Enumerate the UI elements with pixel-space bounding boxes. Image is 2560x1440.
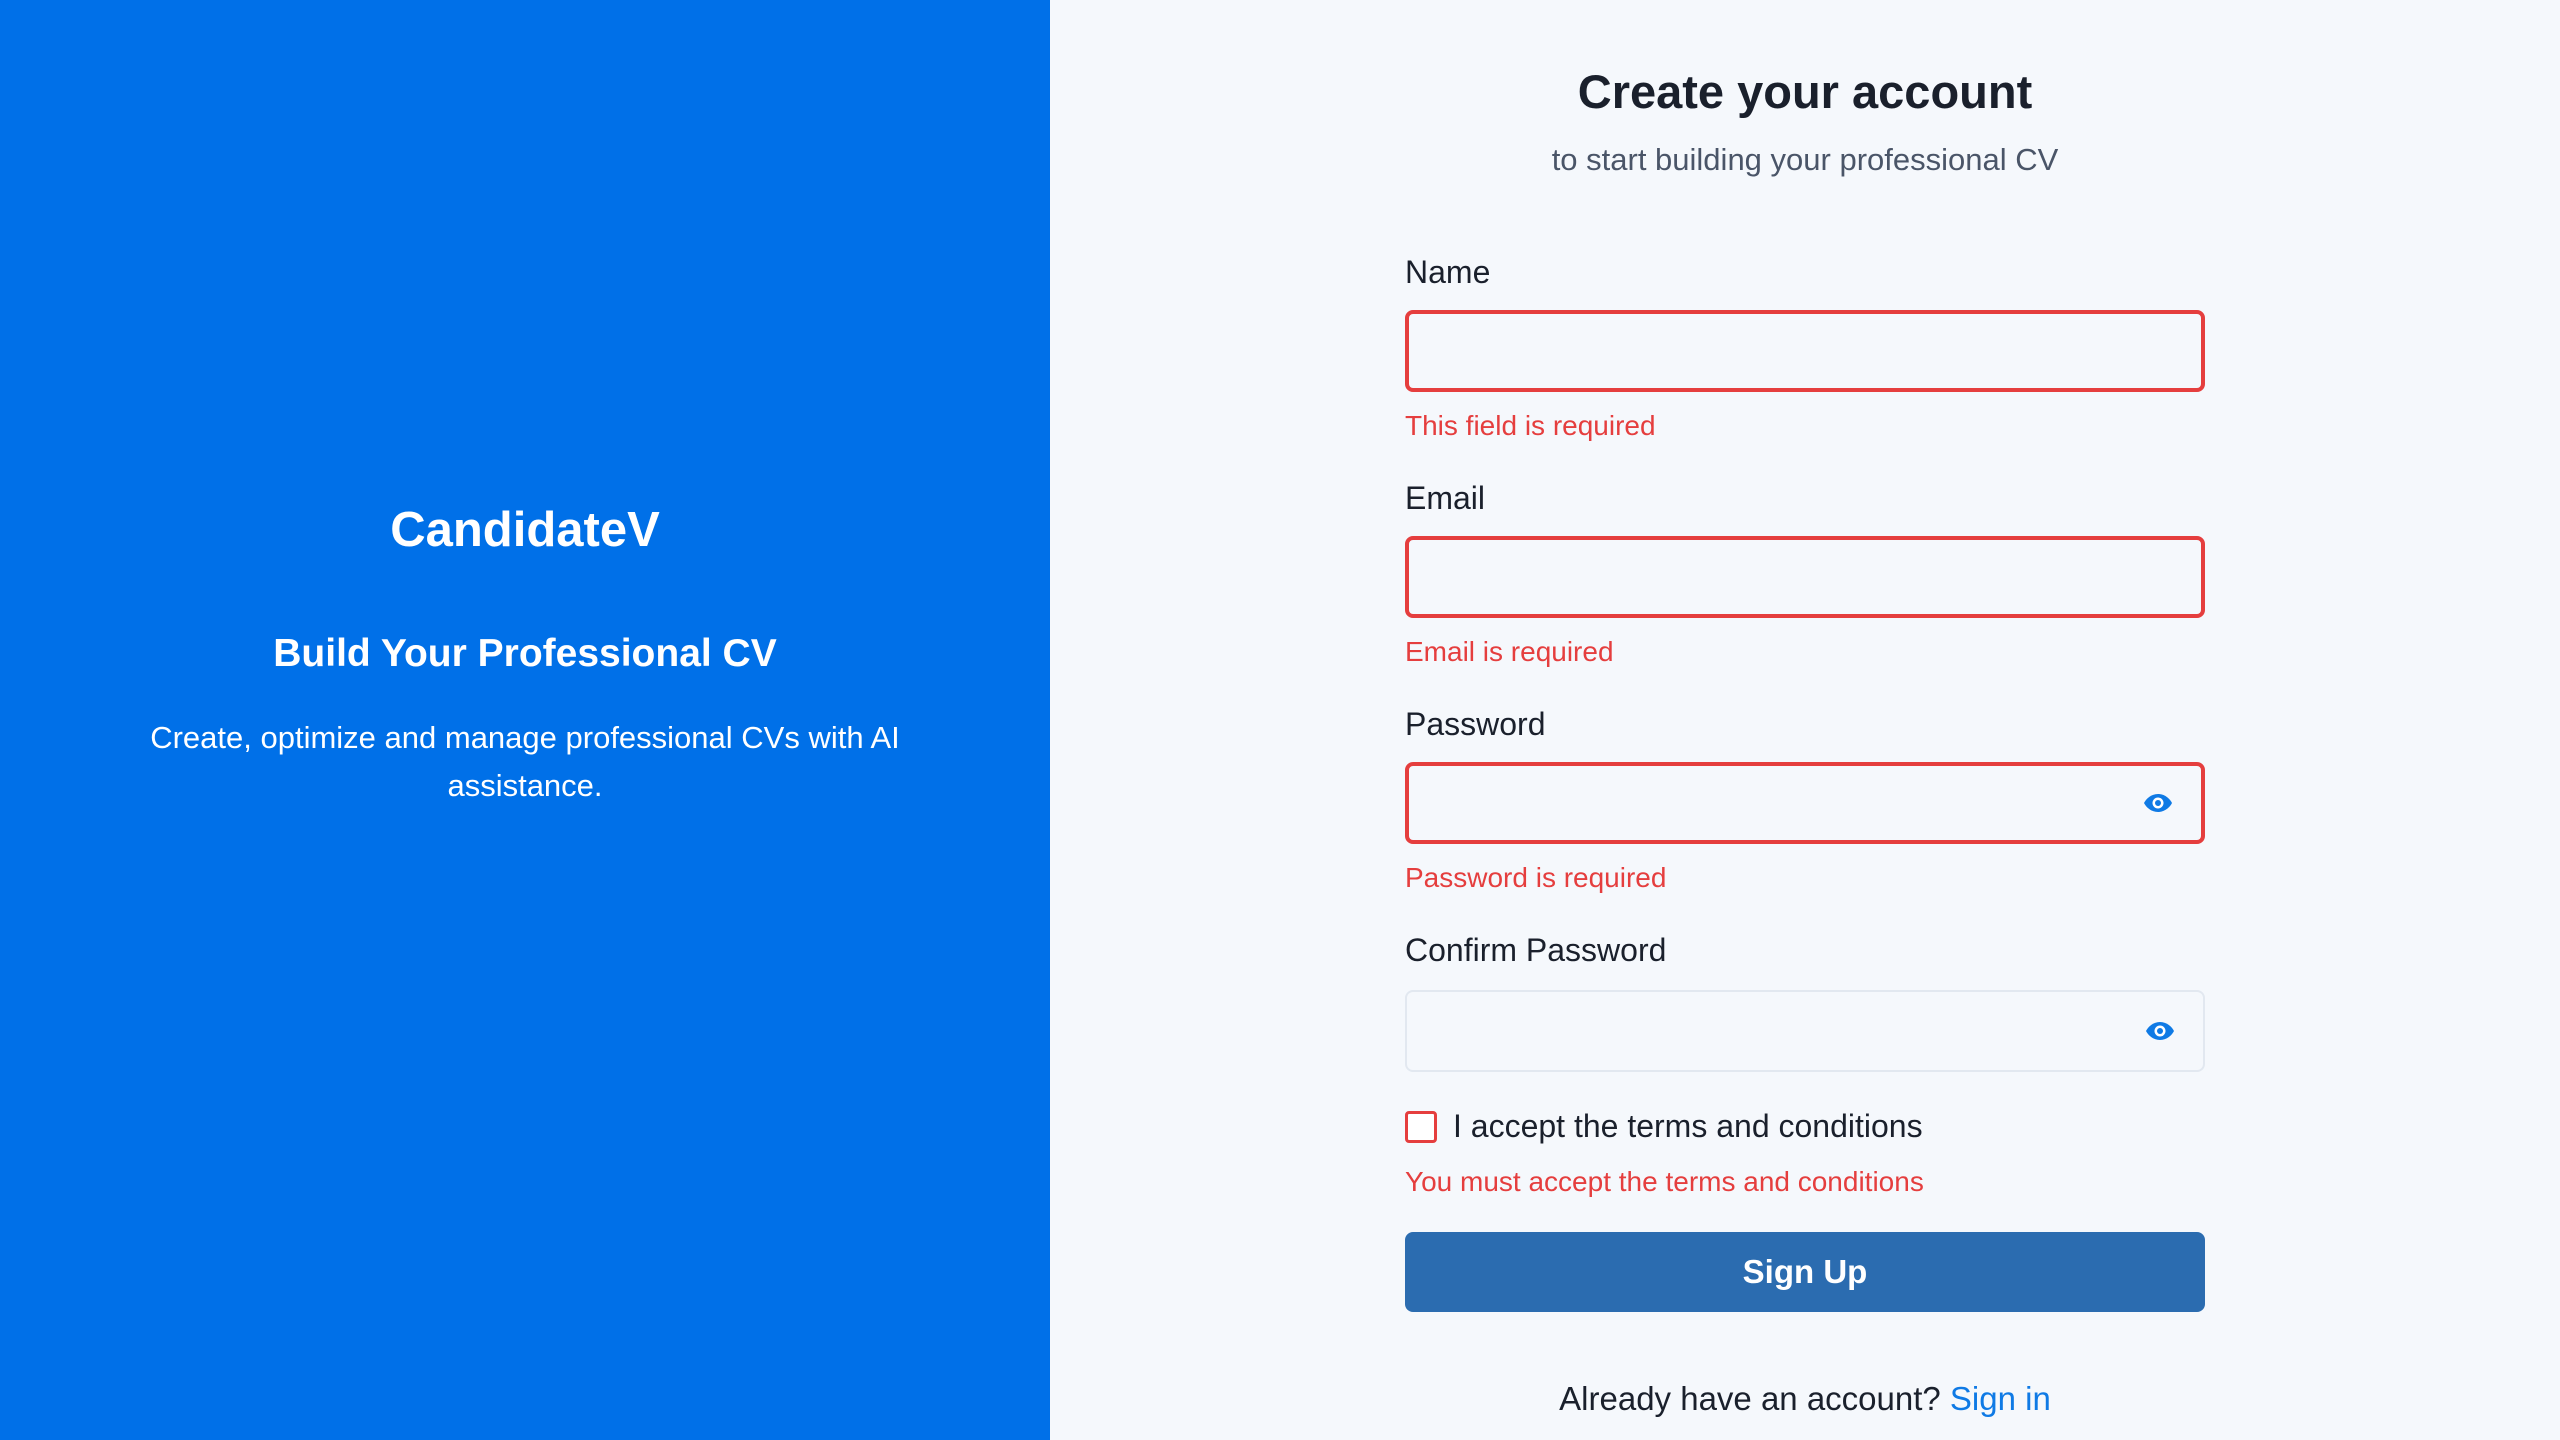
password-toggle-button[interactable]: [2141, 786, 2175, 820]
terms-label[interactable]: I accept the terms and conditions: [1453, 1108, 1923, 1145]
terms-row: I accept the terms and conditions: [1405, 1108, 1923, 1145]
name-label: Name: [1405, 254, 1491, 290]
form-title: Create your account: [1577, 65, 2033, 118]
confirm-password-toggle-button[interactable]: [2143, 1014, 2177, 1048]
form-panel: Create your account to start building yo…: [1050, 0, 2560, 1440]
email-field-box: [1405, 536, 2205, 618]
brand-description: Create, optimize and manage professional…: [150, 720, 900, 803]
signin-prompt: Already have an account?: [1559, 1380, 1950, 1417]
terms-checkbox[interactable]: [1405, 1110, 1437, 1143]
confirm-password-input[interactable]: [1407, 992, 2203, 1070]
signin-row: Already have an account? Sign in: [1405, 1380, 2205, 1418]
password-label: Password: [1405, 706, 1546, 742]
brand-tagline: Build Your Professional CV: [273, 632, 777, 675]
name-field-box: [1405, 310, 2205, 392]
password-error: Password is required: [1405, 862, 1667, 893]
form-subtitle: to start building your professional CV: [1551, 142, 2059, 177]
password-field-box: [1405, 762, 2205, 844]
sign-in-link[interactable]: Sign in: [1950, 1380, 2051, 1417]
email-label: Email: [1405, 480, 1486, 516]
name-error: This field is required: [1405, 410, 1656, 441]
name-input[interactable]: [1409, 314, 2201, 388]
confirm-password-label: Confirm Password: [1405, 932, 1667, 968]
confirm-password-field-box: [1405, 990, 2205, 1072]
signup-page: CandidateV Build Your Professional CV Cr…: [0, 0, 2560, 1440]
email-error: Email is required: [1405, 636, 1614, 667]
email-input[interactable]: [1409, 540, 2201, 614]
brand-name: CandidateV: [390, 503, 660, 557]
terms-error: You must accept the terms and conditions: [1405, 1166, 1924, 1197]
eye-icon: [2144, 794, 2172, 812]
password-input[interactable]: [1409, 766, 2201, 840]
sign-up-button[interactable]: Sign Up: [1405, 1232, 2205, 1312]
brand-panel: CandidateV Build Your Professional CV Cr…: [0, 0, 1050, 1440]
eye-icon: [2146, 1022, 2174, 1040]
